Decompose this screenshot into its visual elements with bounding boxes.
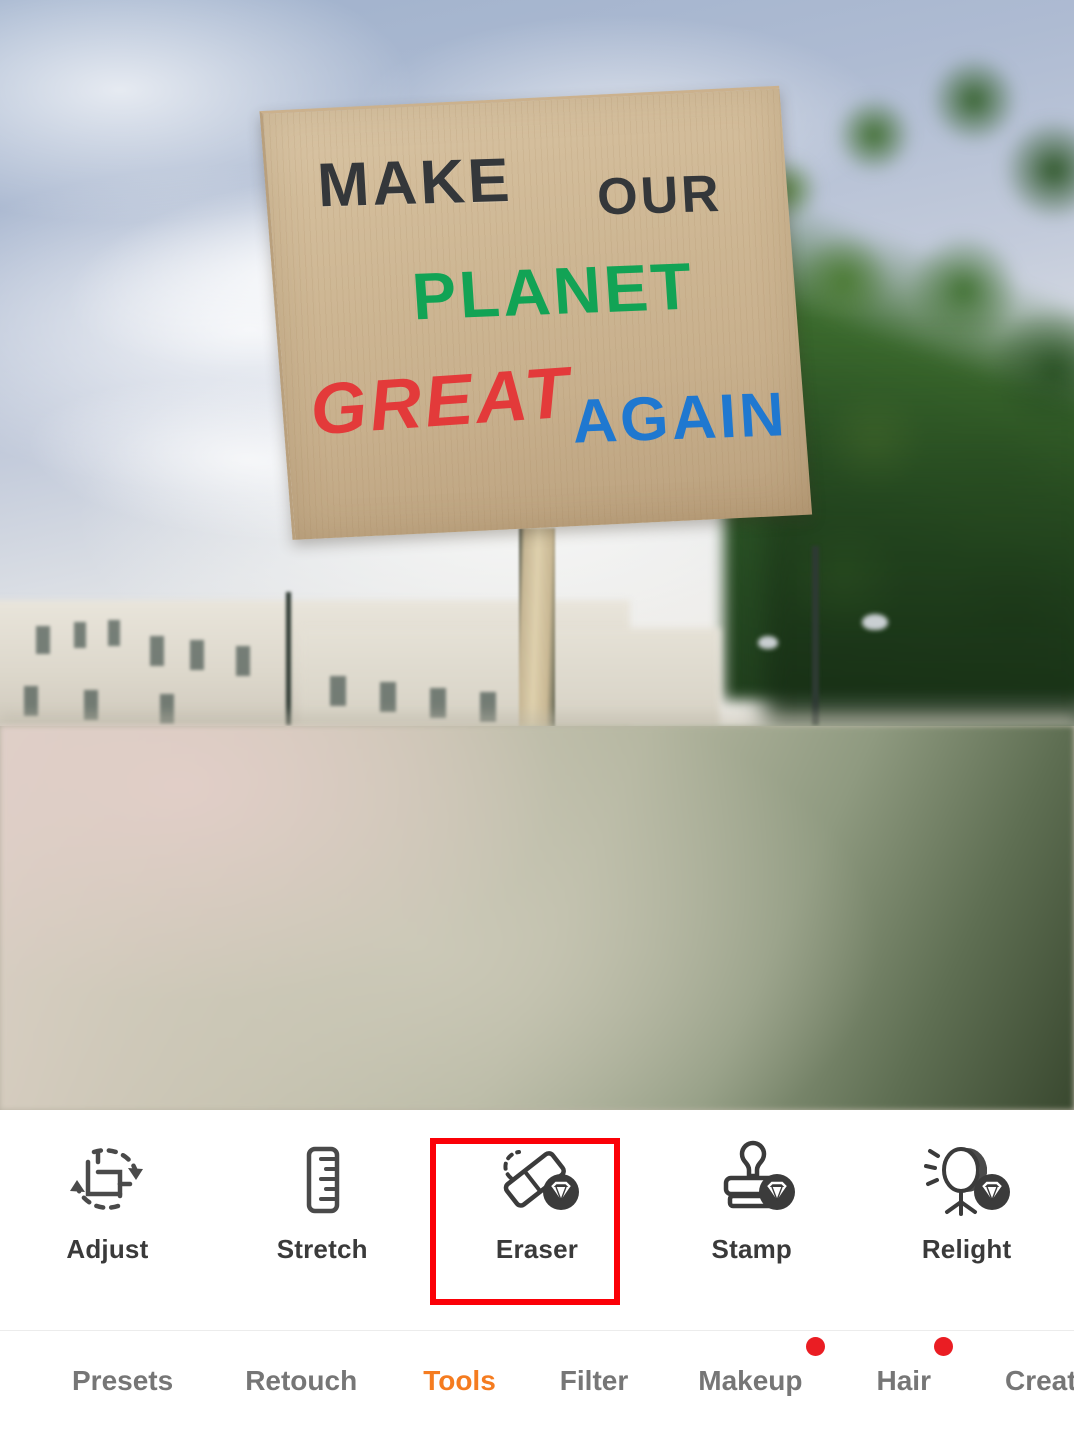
tool-stretch[interactable]: Stretch	[215, 1110, 430, 1330]
tab-label: Makeup	[698, 1364, 803, 1396]
crop-rotate-icon	[59, 1138, 155, 1222]
premium-gem-badge	[542, 1174, 579, 1210]
photo-editor-screen: MAKE OUR PLANET GREAT AGAIN Adjust Stret…	[0, 0, 1074, 1430]
photo-sharp-region: MAKE OUR PLANET GREAT AGAIN	[0, 0, 1074, 726]
sign-word-our: OUR	[595, 165, 724, 227]
building-window	[236, 646, 250, 676]
tool-label: Eraser	[495, 1234, 579, 1264]
category-tab-bar[interactable]: Presets Retouch Tools Filter Makeup Hair…	[0, 1331, 1074, 1430]
street-lamp-head	[758, 636, 778, 649]
tab-label: Retouch	[245, 1364, 358, 1396]
building-window	[74, 622, 86, 648]
premium-gem-badge	[758, 1174, 795, 1210]
premium-gem-badge	[973, 1174, 1010, 1210]
tab-tools[interactable]: Tools	[423, 1365, 496, 1397]
tool-stamp[interactable]: Stamp	[644, 1110, 859, 1330]
tool-adjust[interactable]: Adjust	[0, 1110, 215, 1330]
tool-relight[interactable]: Relight	[859, 1110, 1074, 1330]
sign-word-planet: PLANET	[409, 248, 697, 334]
tab-filter[interactable]: Filter	[560, 1365, 628, 1397]
tool-label: Stamp	[711, 1234, 793, 1264]
new-badge-dot	[805, 1336, 825, 1356]
tab-label: Presets	[72, 1364, 174, 1396]
photo-canvas[interactable]: MAKE OUR PLANET GREAT AGAIN	[0, 0, 1074, 1110]
sign-word-great: GREAT	[306, 352, 576, 451]
building-window	[150, 636, 164, 666]
tab-presets[interactable]: Presets	[72, 1365, 173, 1397]
tool-label: Adjust	[66, 1234, 149, 1264]
tab-label: Filter	[559, 1364, 629, 1396]
protest-sign: MAKE OUR PLANET GREAT AGAIN	[259, 85, 816, 578]
building-window	[190, 640, 204, 670]
street-lamp-head	[862, 614, 888, 630]
building-window	[380, 682, 396, 712]
ruler-icon	[274, 1138, 370, 1222]
tool-label: Relight	[921, 1234, 1012, 1264]
building-window	[330, 676, 346, 706]
tab-retouch[interactable]: Retouch	[245, 1365, 357, 1397]
tool-row: Adjust Stretch Eraser Stamp Relight	[0, 1110, 1074, 1330]
tab-label: Tools	[423, 1364, 496, 1396]
tab-label: Hair	[876, 1364, 931, 1396]
building-window	[36, 626, 50, 654]
tab-label: Creativ	[1004, 1364, 1074, 1396]
sign-word-make: MAKE	[315, 145, 515, 221]
building-window	[24, 686, 38, 716]
photo-blurred-region	[0, 726, 1074, 1110]
building-right	[300, 628, 720, 726]
tab-creative[interactable]: Creativ	[1005, 1365, 1074, 1397]
studio-light-icon	[919, 1138, 1015, 1222]
new-badge-dot	[933, 1336, 953, 1356]
sign-word-again: AGAIN	[570, 380, 790, 457]
tool-label: Stretch	[276, 1234, 368, 1264]
tab-makeup[interactable]: Makeup	[698, 1336, 825, 1397]
street-lamp-post	[286, 592, 291, 726]
stamp-icon	[704, 1138, 800, 1222]
sign-text-group: MAKE OUR PLANET GREAT AGAIN	[260, 86, 813, 540]
building-window	[108, 620, 120, 646]
eraser-icon	[489, 1138, 585, 1222]
tab-hair[interactable]: Hair	[876, 1336, 953, 1397]
tool-eraser[interactable]: Eraser	[430, 1110, 645, 1330]
